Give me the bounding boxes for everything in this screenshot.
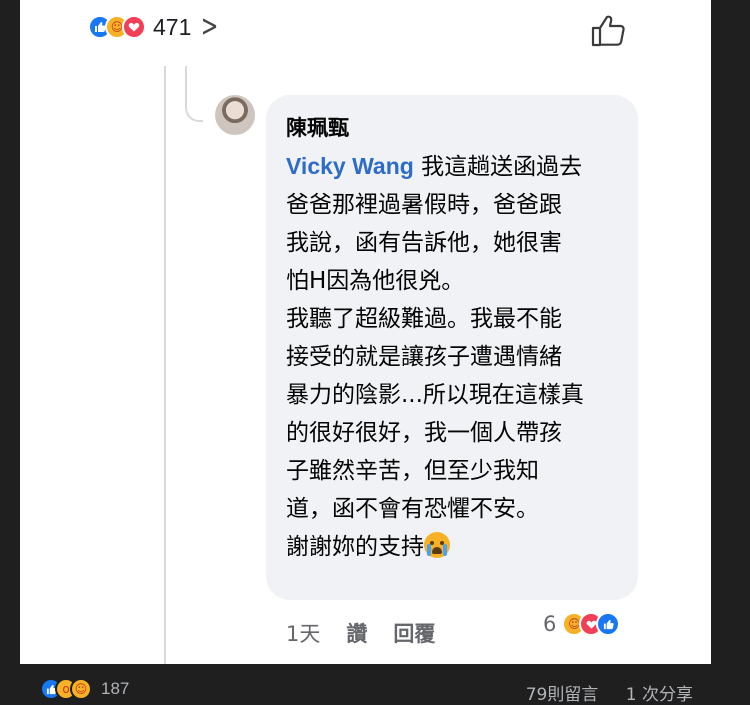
previous-comment-fragment	[270, 56, 378, 70]
comment-line: 道，函不會有恐懼不安。	[286, 496, 539, 522]
avatar[interactable]	[215, 95, 255, 135]
comment-line: 我說，函有告訴他，她很害	[286, 230, 562, 256]
footer-reaction-count: 187	[101, 679, 130, 698]
comments-count-link[interactable]: 79則留言	[526, 685, 599, 705]
comment-line: 的很好很好，我一個人帶孩	[286, 420, 562, 446]
comment-line: 我這趟送函過去	[413, 154, 583, 180]
like-outline-icon[interactable]	[590, 12, 628, 48]
comment-time[interactable]: 1天	[286, 618, 320, 648]
comment-author[interactable]: 陳珮甄	[286, 112, 349, 142]
comment-text: Vicky Wang 我這趟送函過去 爸爸那裡過暑假時，爸爸跟 我說，函有告訴他…	[286, 147, 631, 566]
comment-line: 接受的就是讓孩子遭遇情緒	[286, 344, 562, 370]
reply-branch-line	[185, 66, 203, 122]
chevron-right-icon[interactable]: >	[201, 12, 219, 42]
comment-line: 子雖然辛苦，但至少我知	[286, 458, 539, 484]
comment-reply-button[interactable]: 回覆	[393, 618, 435, 648]
comment-actions: 1天 讚 回覆	[286, 618, 461, 648]
comment-line: 我聽了超級難過。我最不能	[286, 306, 562, 332]
comment-line: 暴力的陰影...所以現在這樣真	[286, 382, 584, 408]
thread-line	[164, 66, 166, 664]
comment-line: 怕H因為他很兇。	[286, 268, 465, 294]
care-icon: ☺	[70, 678, 92, 700]
comment-like-button[interactable]: 讚	[346, 618, 367, 648]
comment-reactions[interactable]: 6 ☺	[543, 612, 621, 636]
comment-line: 爸爸那裡過暑假時，爸爸跟	[286, 192, 562, 218]
love-icon	[122, 15, 146, 39]
comment-reaction-count: 6	[543, 612, 557, 636]
comment-line: 謝謝妳的支持	[286, 534, 424, 560]
post-reactions[interactable]: ☺ 471 >	[88, 12, 223, 42]
footer-stats: 79則留言 1 次分享	[504, 680, 693, 705]
crying-face-icon	[424, 532, 450, 558]
mention-link[interactable]: Vicky Wang	[286, 153, 414, 179]
post-reaction-count: 471	[153, 13, 192, 40]
shares-count-link[interactable]: 1 次分享	[626, 685, 693, 705]
footer-reactions[interactable]: o ☺ 187	[40, 678, 129, 700]
